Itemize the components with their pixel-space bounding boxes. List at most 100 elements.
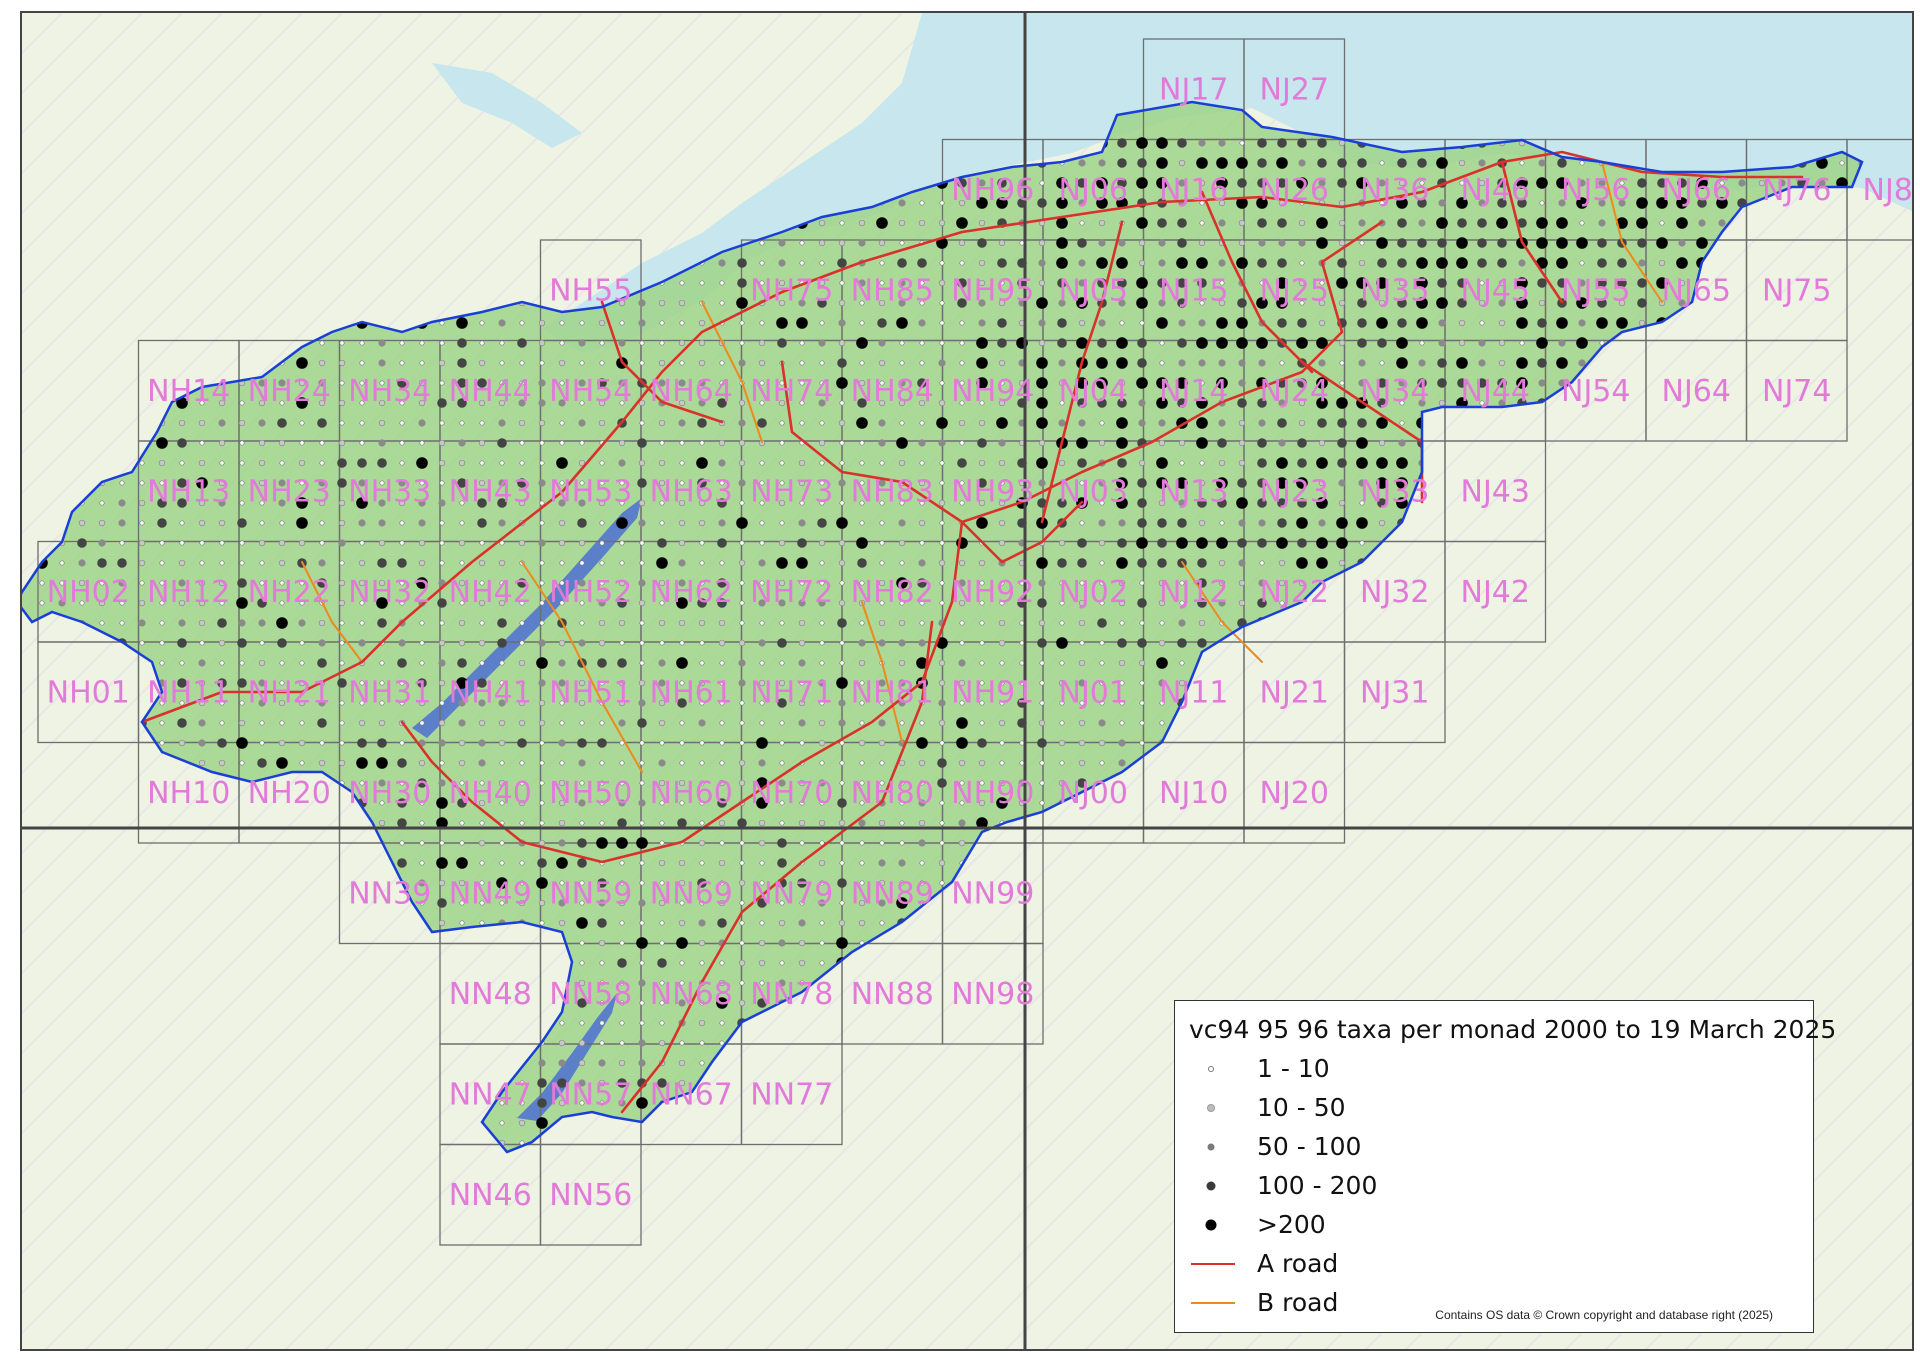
record-dot — [598, 1059, 606, 1067]
record-dot — [599, 540, 605, 546]
record-dot — [638, 599, 646, 607]
grid-label: NH62 — [650, 575, 733, 610]
record-dot — [1318, 519, 1326, 527]
record-dot — [1138, 399, 1146, 407]
record-dot — [419, 360, 425, 366]
record-dot — [659, 1020, 665, 1026]
record-dot — [219, 560, 225, 566]
record-dot — [338, 599, 346, 607]
record-dot — [1197, 638, 1207, 648]
record-dot — [1318, 439, 1326, 447]
record-dot — [1039, 800, 1045, 806]
record-dot — [1137, 158, 1147, 168]
record-dot — [779, 760, 785, 766]
record-dot — [1738, 179, 1746, 187]
record-dot — [837, 878, 847, 888]
record-dot — [319, 520, 325, 526]
record-dot — [438, 499, 446, 507]
record-dot — [638, 799, 646, 807]
record-dot — [1418, 359, 1426, 367]
record-dot — [1318, 359, 1326, 367]
record-dot — [1338, 219, 1346, 227]
record-dot — [1077, 238, 1087, 248]
record-dot — [1558, 339, 1566, 347]
record-dot — [839, 220, 845, 226]
record-dot — [539, 360, 545, 366]
record-dot — [418, 419, 426, 427]
record-dot — [1396, 357, 1408, 369]
record-dot — [539, 920, 545, 926]
record-dot — [498, 559, 506, 567]
record-dot — [539, 740, 545, 746]
record-dot — [139, 640, 145, 646]
record-dot — [798, 519, 806, 527]
record-dot — [839, 580, 845, 586]
record-dot — [199, 540, 205, 546]
record-dot — [459, 920, 465, 926]
record-dot — [1116, 417, 1128, 429]
record-dot — [1458, 319, 1466, 327]
record-dot — [1316, 557, 1328, 569]
grid-label: NH43 — [449, 474, 532, 509]
record-dot — [819, 640, 825, 646]
record-dot — [779, 620, 785, 626]
record-dot — [1438, 339, 1446, 347]
record-dot — [419, 660, 425, 666]
record-dot — [877, 318, 887, 328]
record-dot — [758, 839, 766, 847]
record-dot — [699, 1040, 705, 1046]
record-dot — [1039, 700, 1045, 706]
record-dot — [1036, 297, 1048, 309]
record-dot — [418, 519, 426, 527]
record-dot — [436, 797, 448, 809]
record-dot — [1036, 397, 1048, 409]
record-dot — [179, 540, 185, 546]
record-dot — [219, 720, 225, 726]
record-dot — [1119, 620, 1125, 626]
record-dot — [1177, 138, 1187, 148]
record-dot — [499, 460, 505, 466]
record-dot — [699, 540, 705, 546]
record-dot — [438, 739, 446, 747]
record-dot — [818, 859, 826, 867]
record-dot — [1557, 158, 1567, 168]
record-dot — [838, 539, 846, 547]
record-dot — [1059, 660, 1065, 666]
record-dot — [1317, 158, 1327, 168]
grid-label: NJ16 — [1159, 173, 1228, 208]
record-dot — [759, 460, 765, 466]
record-dot — [558, 539, 566, 547]
record-dot — [1056, 237, 1068, 249]
record-dot — [956, 737, 968, 749]
grid-label: NH96 — [951, 173, 1034, 208]
record-dot — [1299, 260, 1305, 266]
record-dot — [919, 360, 925, 366]
record-dot — [918, 439, 926, 447]
record-dot — [1118, 759, 1126, 767]
record-dot — [799, 840, 805, 846]
record-dot — [579, 560, 585, 566]
record-dot — [239, 700, 245, 706]
record-dot — [438, 439, 446, 447]
record-dot — [1436, 217, 1448, 229]
record-dot — [919, 420, 925, 426]
record-dot — [919, 460, 925, 466]
record-dot — [758, 339, 766, 347]
record-dot — [736, 517, 748, 529]
record-dot — [779, 520, 785, 526]
record-dot — [878, 719, 886, 727]
record-dot — [939, 580, 945, 586]
record-dot — [456, 857, 468, 869]
record-dot — [1238, 419, 1246, 427]
record-dot — [359, 340, 365, 346]
record-dot — [978, 219, 986, 227]
record-dot — [258, 439, 266, 447]
record-dot — [598, 639, 606, 647]
record-dot — [1216, 157, 1228, 169]
record-dot — [1178, 159, 1186, 167]
record-dot — [1298, 419, 1306, 427]
record-dot — [1078, 739, 1086, 747]
record-dot — [799, 420, 805, 426]
record-dot — [539, 440, 545, 446]
record-dot — [378, 719, 386, 727]
